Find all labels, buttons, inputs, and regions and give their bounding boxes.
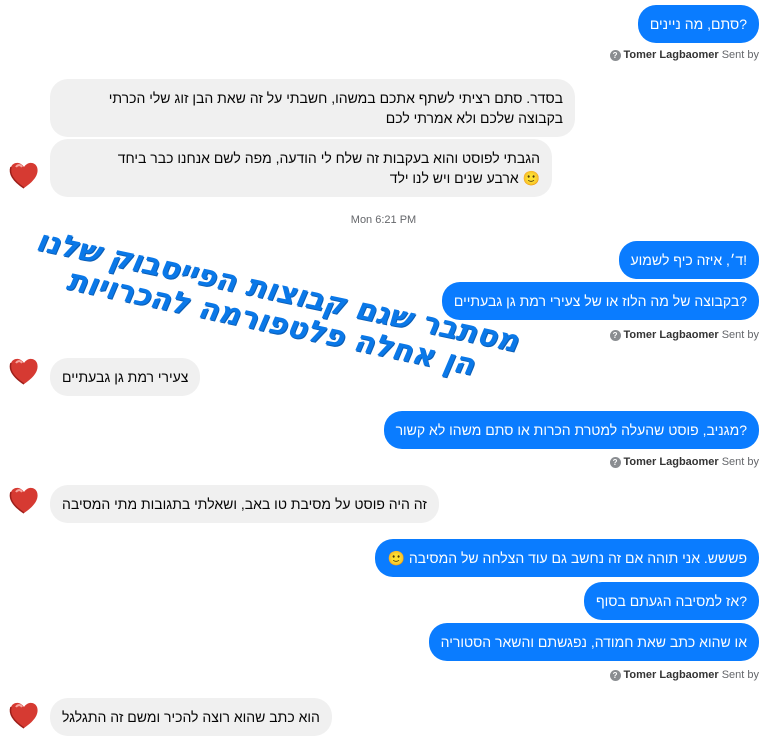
heart-avatar-icon[interactable] bbox=[6, 697, 42, 733]
outgoing-message[interactable]: פששש. אני תוהה אם זה נחשב גם עוד הצלחה ש… bbox=[375, 539, 759, 577]
outgoing-message[interactable]: ?אז למסיבה הגעתם בסוף bbox=[583, 582, 759, 620]
conversation-timestamp: Mon 6:21 PM bbox=[350, 214, 417, 226]
sent-by-prefix: Sent by bbox=[721, 329, 759, 341]
sender-name[interactable]: Tomer Lagbaomer bbox=[624, 329, 719, 341]
sender-name[interactable]: Tomer Lagbaomer bbox=[624, 456, 719, 468]
outgoing-message[interactable]: !ד׳, איזה כיף לשמוע bbox=[618, 241, 759, 279]
message-text: פששש. אני תוהה אם זה נחשב גם עוד הצלחה ש… bbox=[408, 550, 747, 566]
message-line: בקבוצה שלכם ולא אמרתי לכם bbox=[385, 110, 563, 126]
sent-by-prefix: Sent by bbox=[721, 456, 759, 468]
heart-avatar-icon[interactable] bbox=[6, 482, 42, 518]
message-line: בסדר. סתם רציתי לשתף אתכם במשהו, חשבתי ע… bbox=[108, 90, 563, 106]
sent-by-label: ? Tomer Lagbaomer Sent by bbox=[607, 669, 759, 681]
help-circle-icon[interactable]: ? bbox=[609, 329, 621, 341]
heart-avatar-icon[interactable] bbox=[6, 353, 42, 389]
incoming-message[interactable]: זה היה פוסט על מסיבת טו באב, ושאלתי בתגו… bbox=[50, 485, 439, 523]
help-circle-icon[interactable]: ? bbox=[609, 669, 621, 681]
outgoing-message[interactable]: ?בקבוצה של מה הלוז או של צעירי רמת גן גב… bbox=[441, 282, 759, 320]
outgoing-message[interactable]: ?מגניב, פוסט שהעלה למטרת הכרות או סתם מש… bbox=[383, 411, 759, 449]
sent-by-prefix: Sent by bbox=[721, 669, 759, 681]
incoming-message[interactable]: הגבתי לפוסט והוא בעקבות זה שלח לי הודעה,… bbox=[50, 139, 552, 197]
incoming-message[interactable]: בסדר. סתם רציתי לשתף אתכם במשהו, חשבתי ע… bbox=[50, 79, 575, 137]
message-line: הגבתי לפוסט והוא בעקבות זה שלח לי הודעה,… bbox=[117, 150, 540, 166]
outgoing-message[interactable]: או שהוא כתב שאת חמודה, נפגשתם והשאר הסטו… bbox=[428, 623, 759, 661]
outgoing-message[interactable]: ?סתם, מה ניינים bbox=[637, 5, 759, 43]
help-circle-icon[interactable]: ? bbox=[609, 456, 621, 468]
sender-name[interactable]: Tomer Lagbaomer bbox=[624, 49, 719, 61]
help-circle-icon[interactable]: ? bbox=[609, 49, 621, 61]
sender-name[interactable]: Tomer Lagbaomer bbox=[624, 669, 719, 681]
smile-emoji-icon: 🙂 bbox=[522, 170, 540, 186]
heart-avatar-icon[interactable] bbox=[6, 157, 42, 193]
sent-by-label: ? Tomer Lagbaomer Sent by bbox=[607, 49, 759, 61]
sent-by-prefix: Sent by bbox=[721, 49, 759, 61]
smile-emoji-icon: 🙂 bbox=[387, 550, 405, 566]
incoming-message[interactable]: צעירי רמת גן גבעתיים bbox=[50, 358, 201, 396]
incoming-message[interactable]: הוא כתב שהוא רוצה להכיר ומשם זה התגלגל bbox=[50, 698, 332, 736]
message-text: ארבע שנים ויש לנו ילד bbox=[389, 170, 519, 186]
message-line: 🙂 ארבע שנים ויש לנו ילד bbox=[62, 168, 540, 188]
sent-by-label: ? Tomer Lagbaomer Sent by bbox=[607, 456, 759, 468]
sent-by-label: ? Tomer Lagbaomer Sent by bbox=[607, 329, 759, 341]
